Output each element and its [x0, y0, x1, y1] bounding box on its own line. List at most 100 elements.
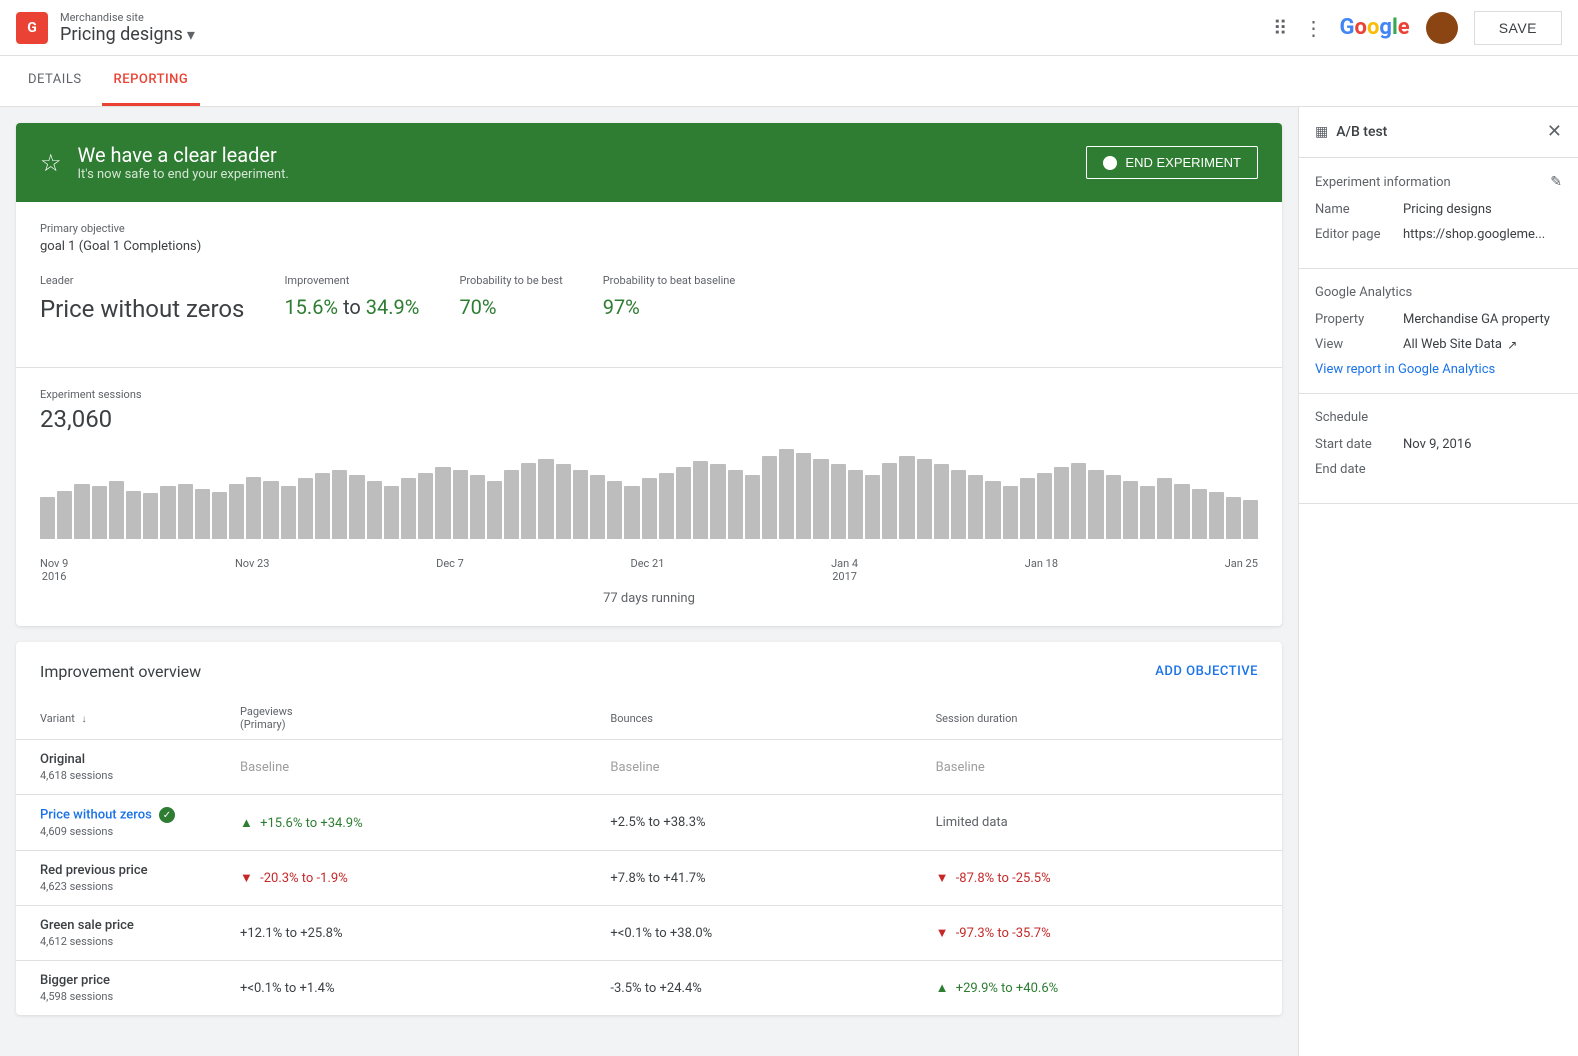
schedule-section: Schedule Start date Nov 9, 2016 End date — [1299, 394, 1578, 504]
more-icon[interactable]: ⋮ — [1304, 16, 1324, 40]
app-icon: G — [16, 12, 48, 44]
x-label-1: Nov 92016 — [40, 557, 68, 583]
banner-subtitle: It's now safe to end your experiment. — [78, 167, 289, 182]
chart-bar — [813, 459, 828, 539]
chart-bar — [521, 463, 536, 539]
col-pageviews: Pageviews(Primary) — [216, 697, 586, 740]
variant-cell: Price without zeros ✓ 4,609 sessions — [16, 795, 216, 851]
chart-bar — [1157, 478, 1172, 539]
chart-bar — [590, 475, 605, 539]
name-row: Name Pricing designs — [1315, 202, 1562, 217]
down-arrow-icon: ▼ — [936, 926, 949, 941]
chart-bar — [40, 497, 55, 539]
chart-bar — [1123, 481, 1138, 539]
end-experiment-button[interactable]: END EXPERIMENT — [1086, 146, 1258, 179]
experiment-info-title: Experiment information — [1315, 175, 1451, 190]
name-label: Name — [1315, 202, 1395, 217]
app-title-group: Merchandise site Pricing designs ▾ — [60, 11, 195, 45]
sessions-label: Experiment sessions — [40, 388, 1258, 401]
chart-bar — [779, 449, 794, 539]
view-value: All Web Site Data ↗ — [1403, 337, 1517, 352]
sort-icon[interactable]: ↓ — [82, 714, 87, 725]
baseline-duration: Baseline — [936, 760, 985, 775]
chart-bar — [1003, 486, 1018, 539]
col-duration: Session duration — [912, 697, 1282, 740]
bounces-range: -3.5% to +24.4% — [610, 981, 701, 996]
table-row: Red previous price 4,623 sessions ▼ -20.… — [16, 851, 1282, 906]
chart-bar — [453, 470, 468, 539]
chart-bar — [693, 461, 708, 539]
user-avatar[interactable] — [1426, 12, 1458, 44]
pageviews-range: +12.1% to +25.8% — [240, 926, 342, 941]
variant-name: Red previous price — [40, 863, 192, 878]
sessions-value: 23,060 — [40, 405, 1258, 433]
x-label-7: Jan 25 — [1225, 557, 1258, 583]
pageviews-cell: Baseline — [216, 740, 586, 795]
x-label-5: Jan 42017 — [831, 557, 858, 583]
panel-title: A/B test — [1336, 124, 1387, 140]
chart-bar — [1020, 478, 1035, 539]
chart-bar — [178, 484, 193, 539]
variant-sessions: 4,598 sessions — [40, 990, 192, 1003]
down-arrow-icon: ▼ — [240, 871, 253, 886]
improvement-overview-card: Improvement overview ADD OBJECTIVE Varia… — [16, 642, 1282, 1015]
chart-bar — [1243, 500, 1258, 539]
chart-bar — [951, 470, 966, 539]
chart-bars — [40, 449, 1258, 539]
external-link-icon: ↗ — [1507, 338, 1517, 352]
view-report-link[interactable]: View report in Google Analytics — [1315, 362, 1562, 377]
variant-cell: Green sale price 4,612 sessions — [16, 906, 216, 961]
improvement-high: 34.9% — [366, 295, 420, 319]
chart-bar — [367, 481, 382, 539]
chart-bar — [934, 464, 949, 539]
table-row: Green sale price 4,612 sessions +12.1% t… — [16, 906, 1282, 961]
leader-stat: Leader Price without zeros — [40, 274, 244, 323]
editor-page-row: Editor page https://shop.googleme... — [1315, 227, 1562, 242]
chart-bar — [487, 481, 502, 539]
pageviews-cell: +<0.1% to +1.4% — [216, 961, 586, 1016]
chart-bar — [160, 486, 175, 539]
tab-reporting[interactable]: REPORTING — [102, 56, 201, 106]
pageviews-cell: +12.1% to +25.8% — [216, 906, 586, 961]
duration-cell: Baseline — [912, 740, 1282, 795]
bounces-range: +7.8% to +41.7% — [610, 871, 705, 886]
main-content: ☆ We have a clear leader It's now safe t… — [0, 107, 1298, 1056]
panel-title-row: ▦ A/B test — [1315, 124, 1387, 140]
pageviews-cell: ▼ -20.3% to -1.9% — [216, 851, 586, 906]
edit-icon[interactable]: ✎ — [1550, 174, 1562, 190]
close-button[interactable]: ✕ — [1547, 123, 1562, 141]
table-header-row: Variant ↓ Pageviews(Primary) Bounces Ses… — [16, 697, 1282, 740]
save-button[interactable]: SAVE — [1474, 11, 1562, 45]
improvement-value: 15.6% to 34.9% — [284, 295, 419, 319]
chart-bar — [1037, 473, 1052, 539]
duration-cell: ▲ +29.9% to +40.6% — [912, 961, 1282, 1016]
chart-bar — [401, 478, 416, 539]
chart-bar — [1106, 475, 1121, 539]
end-experiment-label: END EXPERIMENT — [1125, 155, 1241, 170]
improvement-header: Improvement overview ADD OBJECTIVE — [16, 642, 1282, 697]
improvement-low: 15.6% — [284, 295, 338, 319]
stats-section: Primary objective goal 1 (Goal 1 Complet… — [16, 202, 1282, 367]
improvement-title: Improvement overview — [40, 662, 201, 681]
dropdown-icon[interactable]: ▾ — [187, 25, 195, 44]
variant-name-leader[interactable]: Price without zeros ✓ — [40, 807, 192, 823]
chart-bar — [831, 464, 846, 539]
probability-best-label: Probability to be best — [459, 274, 562, 287]
chart-bar — [573, 470, 588, 539]
chart-bar — [985, 481, 1000, 539]
nav-tabs: DETAILS REPORTING — [0, 56, 1578, 107]
variant-name: Original — [40, 752, 192, 767]
chart-bar — [298, 478, 313, 539]
chart-bar — [349, 475, 364, 539]
chart-bar — [848, 470, 863, 539]
probability-best-stat: Probability to be best 70% — [459, 274, 562, 323]
experiment-info-header: Experiment information ✎ — [1315, 174, 1562, 190]
start-date-value: Nov 9, 2016 — [1403, 437, 1471, 452]
chart-bar — [1088, 470, 1103, 539]
grid-icon[interactable]: ⠿ — [1273, 16, 1288, 40]
add-objective-button[interactable]: ADD OBJECTIVE — [1155, 664, 1258, 679]
google-logo: Google — [1340, 15, 1410, 40]
tab-details[interactable]: DETAILS — [16, 56, 94, 106]
probability-baseline-stat: Probability to beat baseline 97% — [603, 274, 735, 323]
variant-cell: Bigger price 4,598 sessions — [16, 961, 216, 1016]
